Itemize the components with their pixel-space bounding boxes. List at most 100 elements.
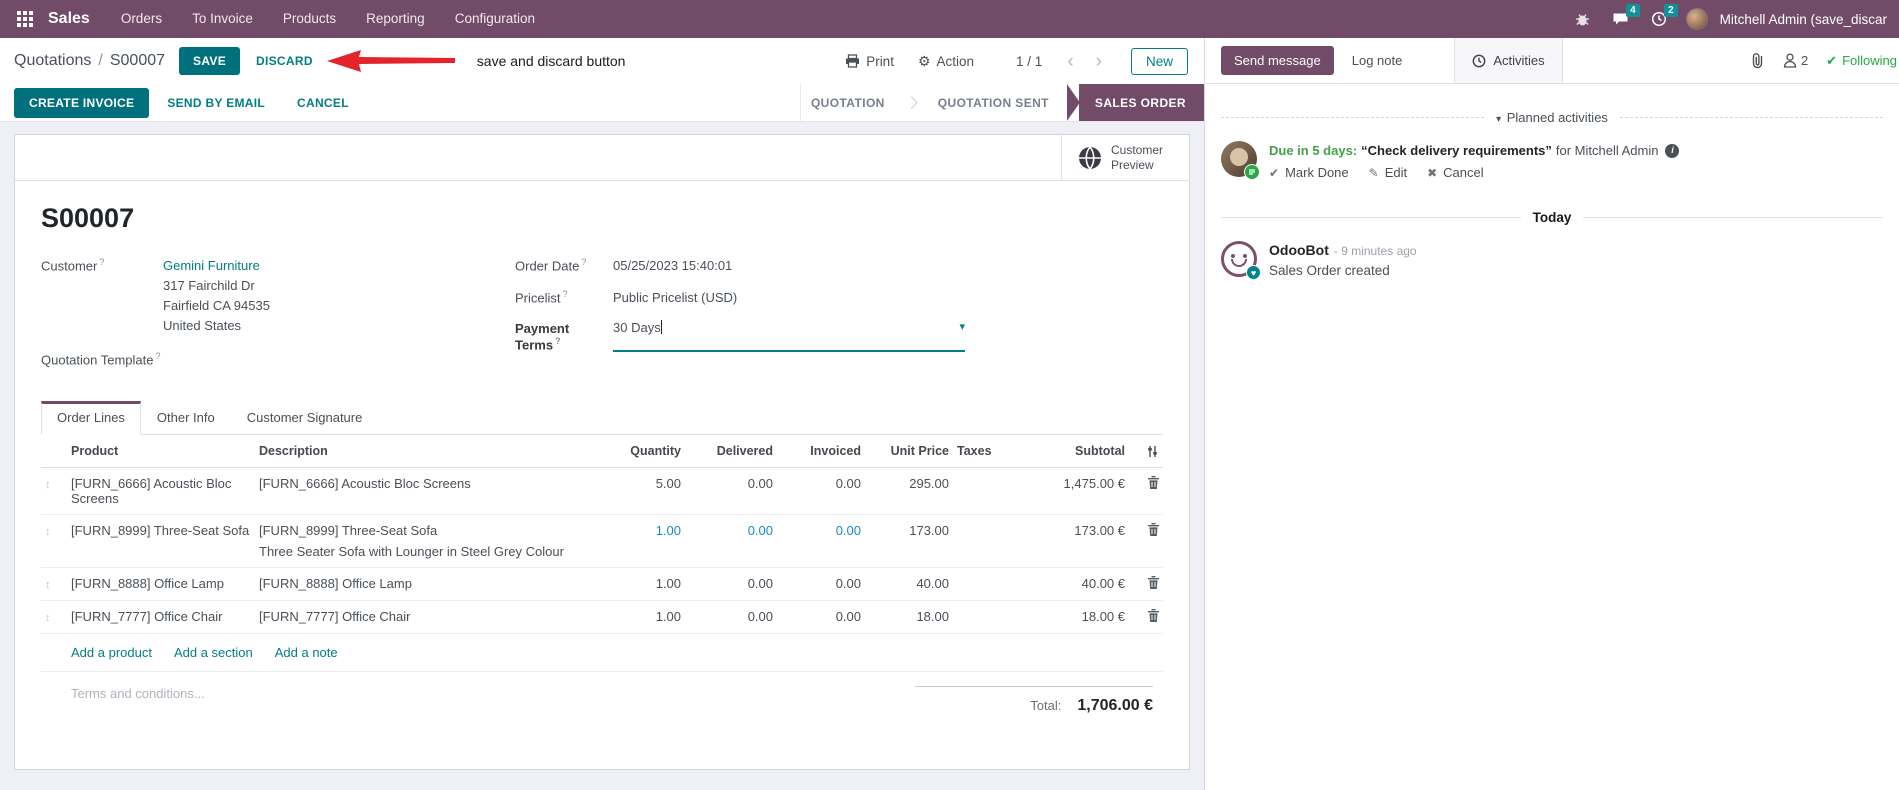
customer-address-line1: 317 Fairchild Dr bbox=[163, 278, 255, 293]
add-product-link[interactable]: Add a product bbox=[71, 645, 152, 660]
breadcrumb-quotations[interactable]: Quotations bbox=[14, 52, 91, 69]
cell-description: [FURN_6666] Acoustic Bloc Screens bbox=[255, 467, 599, 516]
cell-description[interactable]: [FURN_8999] Three-Seat Sofa Three Seater … bbox=[255, 514, 599, 569]
terms-placeholder[interactable]: Terms and conditions... bbox=[71, 686, 205, 715]
send-message-button[interactable]: Send message bbox=[1221, 46, 1334, 75]
following-button[interactable]: ✔ Following bbox=[1826, 53, 1897, 69]
menu-to-invoice[interactable]: To Invoice bbox=[179, 0, 266, 38]
dropdown-caret-icon[interactable]: ▾ bbox=[959, 320, 965, 333]
user-menu[interactable]: Mitchell Admin (save_discar bbox=[1720, 12, 1887, 27]
optional-columns-icon[interactable] bbox=[1133, 445, 1159, 458]
save-button[interactable]: SAVE bbox=[179, 47, 241, 75]
attachments-button[interactable] bbox=[1750, 52, 1765, 69]
delete-line-icon[interactable] bbox=[1148, 523, 1159, 537]
delete-line-icon[interactable] bbox=[1148, 609, 1159, 623]
cell-delivered: 0.00 bbox=[685, 567, 777, 602]
customer-address-line2: Fairfield CA 94535 bbox=[163, 298, 270, 313]
tab-other-info[interactable]: Other Info bbox=[141, 401, 231, 434]
user-avatar[interactable] bbox=[1682, 4, 1712, 34]
menu-reporting[interactable]: Reporting bbox=[353, 0, 438, 38]
cell-quantity: 1.00 bbox=[599, 514, 685, 569]
tab-order-lines[interactable]: Order Lines bbox=[41, 401, 141, 436]
add-section-link[interactable]: Add a section bbox=[174, 645, 253, 660]
column-delivered[interactable]: Delivered bbox=[685, 435, 777, 469]
help-marker: ? bbox=[555, 336, 561, 346]
cell-taxes bbox=[953, 600, 1017, 635]
followers-button[interactable]: 2 bbox=[1783, 53, 1808, 68]
cell-invoiced: 0.00 bbox=[777, 567, 865, 602]
order-line-row[interactable]: ↕ [FURN_8888] Office Lamp [FURN_8888] Of… bbox=[41, 567, 1163, 602]
debug-bug-icon[interactable] bbox=[1568, 4, 1598, 34]
column-subtotal[interactable]: Subtotal bbox=[1017, 435, 1129, 469]
gear-icon: ⚙ bbox=[917, 52, 931, 69]
statusbar-row: CREATE INVOICE SEND BY EMAIL CANCEL QUOT… bbox=[0, 84, 1204, 122]
cancel-activity-button[interactable]: ✖ Cancel bbox=[1427, 165, 1484, 180]
help-marker: ? bbox=[155, 351, 161, 361]
send-by-email-button[interactable]: SEND BY EMAIL bbox=[153, 88, 279, 118]
check-icon: ✔ bbox=[1269, 165, 1280, 180]
message-body: Sales Order created bbox=[1269, 263, 1390, 278]
column-quantity[interactable]: Quantity bbox=[599, 435, 685, 469]
order-title: S00007 bbox=[41, 203, 135, 233]
planned-activities-divider[interactable]: ▾ Planned activities bbox=[1221, 110, 1883, 125]
menu-orders[interactable]: Orders bbox=[108, 0, 175, 38]
drag-handle-icon[interactable]: ↕ bbox=[45, 479, 51, 491]
form-view-background: Customer Preview S00007 Customer? Gemini… bbox=[0, 122, 1204, 790]
order-date-value[interactable]: 05/25/2023 15:40:01 bbox=[613, 256, 732, 276]
log-note-button[interactable]: Log note bbox=[1338, 46, 1417, 75]
message-author[interactable]: OdooBot bbox=[1269, 242, 1329, 258]
menu-configuration[interactable]: Configuration bbox=[442, 0, 548, 38]
drag-handle-icon[interactable]: ↕ bbox=[45, 612, 51, 624]
drag-handle-icon[interactable]: ↕ bbox=[45, 579, 51, 591]
delete-line-icon[interactable] bbox=[1148, 476, 1159, 490]
notebook-tabs: Order Lines Other Info Customer Signatur… bbox=[41, 401, 1163, 436]
chatter-message: ♥ OdooBot - 9 minutes ago Sales Order cre… bbox=[1205, 235, 1899, 284]
create-invoice-button[interactable]: CREATE INVOICE bbox=[14, 87, 150, 118]
column-unit-price[interactable]: Unit Price bbox=[865, 435, 953, 469]
discard-button[interactable]: DISCARD bbox=[256, 54, 313, 68]
activities-button[interactable]: Activities bbox=[1455, 38, 1562, 83]
info-icon[interactable]: i bbox=[1665, 143, 1680, 158]
stage-sales-order-active[interactable]: SALES ORDER bbox=[1078, 84, 1204, 121]
add-note-link[interactable]: Add a note bbox=[275, 645, 338, 660]
drag-handle-icon[interactable]: ↕ bbox=[45, 526, 51, 538]
help-marker: ? bbox=[562, 289, 568, 299]
new-button[interactable]: New bbox=[1130, 47, 1188, 75]
column-invoiced[interactable]: Invoiced bbox=[777, 435, 865, 469]
delete-line-icon[interactable] bbox=[1148, 576, 1159, 590]
pricelist-value[interactable]: Public Pricelist (USD) bbox=[613, 288, 737, 308]
column-description[interactable]: Description bbox=[255, 435, 599, 469]
cell-subtotal: 1,475.00 € bbox=[1017, 467, 1129, 516]
order-line-row[interactable]: ↕ [FURN_6666] Acoustic Bloc Screens [FUR… bbox=[41, 467, 1163, 516]
customer-link[interactable]: Gemini Furniture bbox=[163, 256, 270, 276]
print-button[interactable]: Print bbox=[837, 54, 902, 69]
column-taxes[interactable]: Taxes bbox=[953, 435, 1017, 469]
tab-customer-signature[interactable]: Customer Signature bbox=[231, 401, 379, 434]
messages-icon[interactable]: 4 bbox=[1606, 4, 1640, 34]
payment-terms-input[interactable]: 30 Days ▾ bbox=[613, 320, 965, 353]
edit-activity-button[interactable]: ✎ Edit bbox=[1369, 165, 1407, 180]
pager-previous-icon[interactable]: ‹ bbox=[1060, 52, 1080, 71]
cell-subtotal: 40.00 € bbox=[1017, 567, 1129, 602]
cell-quantity: 5.00 bbox=[599, 467, 685, 516]
column-product[interactable]: Product bbox=[67, 435, 255, 469]
order-line-row[interactable]: ↕ [FURN_8999] Three-Seat Sofa [FURN_8999… bbox=[41, 514, 1163, 569]
stage-quotation-sent[interactable]: QUOTATION SENT bbox=[928, 84, 1059, 121]
order-line-row[interactable]: ↕ [FURN_7777] Office Chair [FURN_7777] O… bbox=[41, 600, 1163, 635]
menu-products[interactable]: Products bbox=[270, 0, 349, 38]
pager-next-icon[interactable]: › bbox=[1089, 52, 1109, 71]
action-button[interactable]: ⚙ Action bbox=[910, 53, 982, 70]
breadcrumb-current: S00007 bbox=[109, 52, 166, 69]
stage-statusbar: QUOTATION QUOTATION SENT SALES ORDER bbox=[799, 84, 1204, 121]
customer-address-line3: United States bbox=[163, 318, 242, 333]
app-name[interactable]: Sales bbox=[48, 10, 90, 28]
customer-preview-button[interactable]: Customer Preview bbox=[1061, 135, 1189, 180]
cancel-button[interactable]: CANCEL bbox=[283, 88, 363, 118]
activities-clock-icon[interactable]: 2 bbox=[1644, 4, 1678, 34]
activity-assignee: for Mitchell Admin bbox=[1555, 143, 1659, 158]
apps-grid-icon[interactable] bbox=[10, 4, 40, 34]
cell-unit-price: 40.00 bbox=[865, 567, 953, 602]
stage-quotation[interactable]: QUOTATION bbox=[801, 84, 895, 121]
cell-delivered: 0.00 bbox=[685, 467, 777, 516]
mark-done-button[interactable]: ✔ Mark Done bbox=[1269, 165, 1349, 180]
